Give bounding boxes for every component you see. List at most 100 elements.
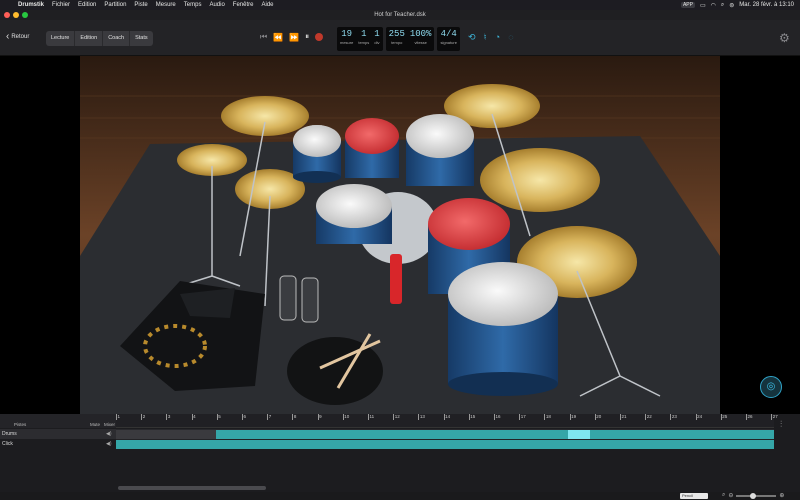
magnifier-icon: ⌕	[722, 492, 726, 498]
tempo-value: 255	[388, 29, 405, 39]
speaker-icon[interactable]: ◀)	[106, 429, 112, 439]
horizontal-scrollbar[interactable]	[118, 486, 266, 490]
ruler-label: 10	[344, 414, 350, 419]
played-region	[116, 429, 216, 439]
metronome-icon[interactable]: ♮	[484, 32, 487, 43]
minimize-window-button[interactable]	[13, 12, 19, 18]
ruler-label: 7	[268, 414, 272, 419]
zoom-slider-knob[interactable]	[750, 492, 757, 499]
close-window-button[interactable]	[4, 12, 10, 18]
loop-icon[interactable]: ⟲	[468, 32, 476, 43]
tracks-header: Pistes Mute Mixer	[0, 414, 116, 428]
signature-label: signature	[440, 40, 457, 45]
practice-tools: ⟲ ♮ ◔ ◌	[468, 32, 514, 43]
ruler-label: 12	[394, 414, 400, 419]
chevron-left-icon: ‹	[6, 31, 10, 42]
record-icon[interactable]	[315, 33, 324, 41]
menu-aide[interactable]: Aide	[257, 2, 277, 8]
signature-display[interactable]: 4/4 signature	[437, 27, 460, 51]
menu-temps[interactable]: Temps	[180, 2, 206, 8]
ruler-label: 20	[596, 414, 602, 419]
click-clip[interactable]	[116, 439, 774, 449]
ruler-label: 22	[646, 414, 652, 419]
ruler-label: 16	[495, 414, 501, 419]
tab-lecture[interactable]: Lecture	[46, 31, 76, 46]
pen-tool-button[interactable]: Pencil	[680, 493, 708, 499]
track-row-drums[interactable]: Drums ◀)	[0, 429, 116, 439]
menu-fichier[interactable]: Fichier	[48, 2, 74, 8]
vitesse-value: 100%	[409, 29, 432, 39]
position-counters: 19 mesure 1 temps 1 div 255 tempo 100% vitess…	[337, 27, 460, 51]
mesure-label: mesure	[340, 40, 354, 45]
menu-fenetre[interactable]: Fenêtre	[229, 2, 258, 8]
position-display[interactable]: 19 mesure 1 temps 1 div	[337, 27, 383, 51]
wifi-icon[interactable]: ◠	[711, 2, 716, 9]
bottom-bar: Pencil ⌕ ⊖ ⊕	[0, 492, 800, 500]
speaker-icon[interactable]: ◀)	[106, 439, 112, 449]
track-name: Drums	[2, 431, 17, 437]
ruler-label: 2	[142, 414, 146, 419]
title-bar: Hot for Teacher.dsk	[0, 10, 800, 20]
drum-kit-scene[interactable]	[80, 56, 720, 414]
drum-kit-view: ◎	[0, 56, 800, 414]
mixer-sliders-icon[interactable]: ⫶	[780, 419, 782, 430]
skip-to-start-icon[interactable]: ⏮	[260, 32, 267, 42]
menu-partition[interactable]: Partition	[100, 2, 130, 8]
ruler-label: 9	[319, 414, 322, 419]
window-title: Hot for Teacher.dsk	[374, 12, 426, 18]
back-button[interactable]: ‹ Retour	[6, 31, 30, 42]
ruler-label: 13	[419, 414, 425, 419]
menu-bar: Drumstik Fichier Edition Partition Piste…	[0, 0, 800, 10]
zoom-window-button[interactable]	[22, 12, 28, 18]
drums-clip[interactable]	[216, 429, 774, 439]
count-in-icon[interactable]: ◌	[508, 32, 513, 43]
playhead-region[interactable]	[568, 429, 590, 439]
back-label: Retour	[11, 34, 30, 40]
timeline-ruler[interactable]: 1 2 3 4 5 6 7 8 9 10 11 12 13 14 15 16 17 18 19 20 21 22 23 24 2…	[116, 414, 778, 428]
search-icon[interactable]: ⌕	[721, 2, 724, 9]
ruler-label: 17	[520, 414, 526, 419]
menu-app[interactable]: Drumstik	[14, 2, 48, 8]
rewind-icon[interactable]: ⏪	[273, 33, 283, 42]
click-lane[interactable]	[116, 439, 774, 449]
track-row-click[interactable]: Click ◀)	[0, 439, 116, 449]
gear-icon[interactable]: ⚙	[779, 31, 790, 45]
pause-icon[interactable]: ⏸	[305, 32, 309, 42]
fast-forward-icon[interactable]: ⏩	[289, 33, 299, 42]
menu-piste[interactable]: Piste	[130, 2, 151, 8]
ruler-label: 14	[445, 414, 451, 419]
drum-kit-toggle-button[interactable]: ◎	[760, 376, 782, 398]
transport-controls: ⏮ ⏪ ⏩ ⏸	[260, 32, 324, 42]
battery-icon[interactable]: ▭	[700, 2, 706, 9]
zoom-slider[interactable]	[736, 492, 777, 499]
counter-tempo: 255 tempo	[389, 29, 405, 46]
status-badge[interactable]: APP	[680, 2, 695, 8]
tab-stats[interactable]: Stats	[130, 31, 153, 46]
counter-vitesse: 100% vitesse	[410, 29, 432, 46]
zoom-out-icon[interactable]: ⊖	[728, 492, 733, 499]
signature-value: 4/4	[440, 29, 457, 39]
tab-edition[interactable]: Edition	[75, 31, 104, 46]
tracks-panel: Pistes Mute Mixer Drums ◀) Click ◀) 1234…	[0, 414, 800, 500]
control-center-icon[interactable]: ⊜	[729, 2, 734, 9]
ruler-label: 11	[369, 414, 375, 419]
ruler-label: 27	[772, 414, 778, 419]
zoom-in-icon[interactable]: ⊕	[779, 492, 784, 499]
speed-icon[interactable]: ◔	[495, 32, 500, 43]
tab-coach[interactable]: Coach	[103, 31, 131, 46]
menu-audio[interactable]: Audio	[205, 2, 228, 8]
menu-edition[interactable]: Edition	[74, 2, 100, 8]
counter-mesure: 19 mesure	[340, 29, 353, 46]
counter-temps: 1 temps	[358, 29, 369, 46]
menubar-clock[interactable]: Mar. 28 févr. à 13:10	[739, 2, 794, 8]
ruler-label: 21	[621, 414, 627, 419]
drums-lane[interactable]	[116, 429, 774, 439]
menu-mesure[interactable]: Mesure	[152, 2, 180, 8]
track-name: Click	[2, 441, 13, 447]
ruler-label: 5	[218, 414, 221, 419]
tempo-display[interactable]: 255 tempo 100% vitesse	[385, 27, 435, 51]
ruler-label: 26	[747, 414, 753, 419]
toolbar: ‹ Retour Lecture Edition Coach Stats ⏮ ⏪…	[0, 20, 800, 56]
temps-value: 1	[361, 29, 367, 39]
div-label: div	[374, 40, 380, 45]
